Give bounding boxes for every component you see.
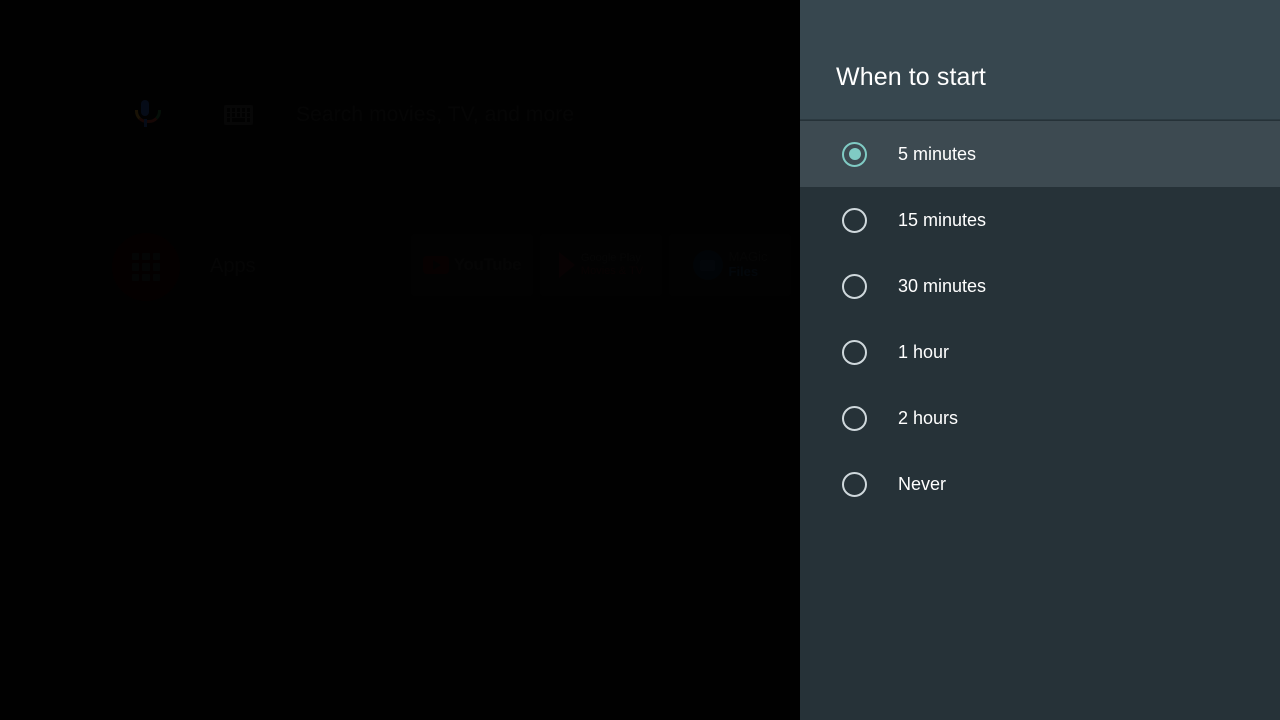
option-5-minutes[interactable]: 5 minutes [800, 121, 1280, 187]
app-card-google-play-movies[interactable]: Google Play Movies & TV [540, 234, 662, 296]
app-label-magic-line2: Files [728, 264, 759, 279]
option-label: 1 hour [898, 341, 950, 362]
search-bar[interactable]: Search movies, TV, and more [0, 92, 800, 138]
google-play-icon [558, 252, 575, 278]
row-title-apps: Apps [210, 255, 256, 277]
radio-button[interactable] [842, 339, 867, 365]
app-label-gp-line1: Google Play [580, 252, 641, 265]
keyboard-icon[interactable] [224, 105, 253, 125]
radio-button[interactable] [842, 405, 867, 431]
microphone-icon[interactable] [131, 92, 161, 138]
option-1-hour[interactable]: 1 hour [800, 319, 1280, 385]
option-label: Never [898, 473, 947, 494]
option-2-hours[interactable]: 2 hours [800, 385, 1280, 451]
radio-button-selected[interactable] [842, 141, 867, 167]
option-label: 30 minutes [898, 275, 987, 296]
option-label: 5 minutes [898, 143, 977, 164]
option-list: 5 minutes 15 minutes 30 minutes 1 hour 2… [800, 121, 1280, 517]
option-label: 2 hours [898, 407, 959, 428]
radio-button[interactable] [842, 273, 867, 299]
app-label-gp-line2: Movies & TV [580, 265, 644, 277]
option-label: 15 minutes [898, 209, 987, 230]
radio-button[interactable] [842, 471, 867, 497]
option-never[interactable]: Never [800, 451, 1280, 517]
dialog-title: When to start [836, 63, 986, 91]
when-to-start-dialog: When to start 5 minutes 15 minutes 30 mi… [800, 0, 1280, 720]
app-card-youtube[interactable]: YouTube [411, 234, 533, 296]
apps-grid-icon[interactable] [112, 233, 180, 301]
youtube-icon [422, 256, 449, 274]
radio-button[interactable] [842, 207, 867, 233]
home-screen-background: Search movies, TV, and more Apps YouTube… [0, 0, 1280, 720]
option-30-minutes[interactable]: 30 minutes [800, 253, 1280, 319]
option-15-minutes[interactable]: 15 minutes [800, 187, 1280, 253]
app-label-youtube: YouTube [453, 255, 522, 274]
dialog-header: When to start [800, 0, 1280, 120]
search-input[interactable]: Search movies, TV, and more [296, 92, 574, 138]
app-label-magic-line1: MAGic [728, 249, 768, 265]
android-tv-screen: Search movies, TV, and more Apps YouTube… [0, 0, 1280, 720]
app-card-magic-files[interactable]: MAGic Files Play Next ESCAPE ROOM DEAD I… [669, 234, 791, 296]
magic-files-icon [692, 250, 723, 280]
